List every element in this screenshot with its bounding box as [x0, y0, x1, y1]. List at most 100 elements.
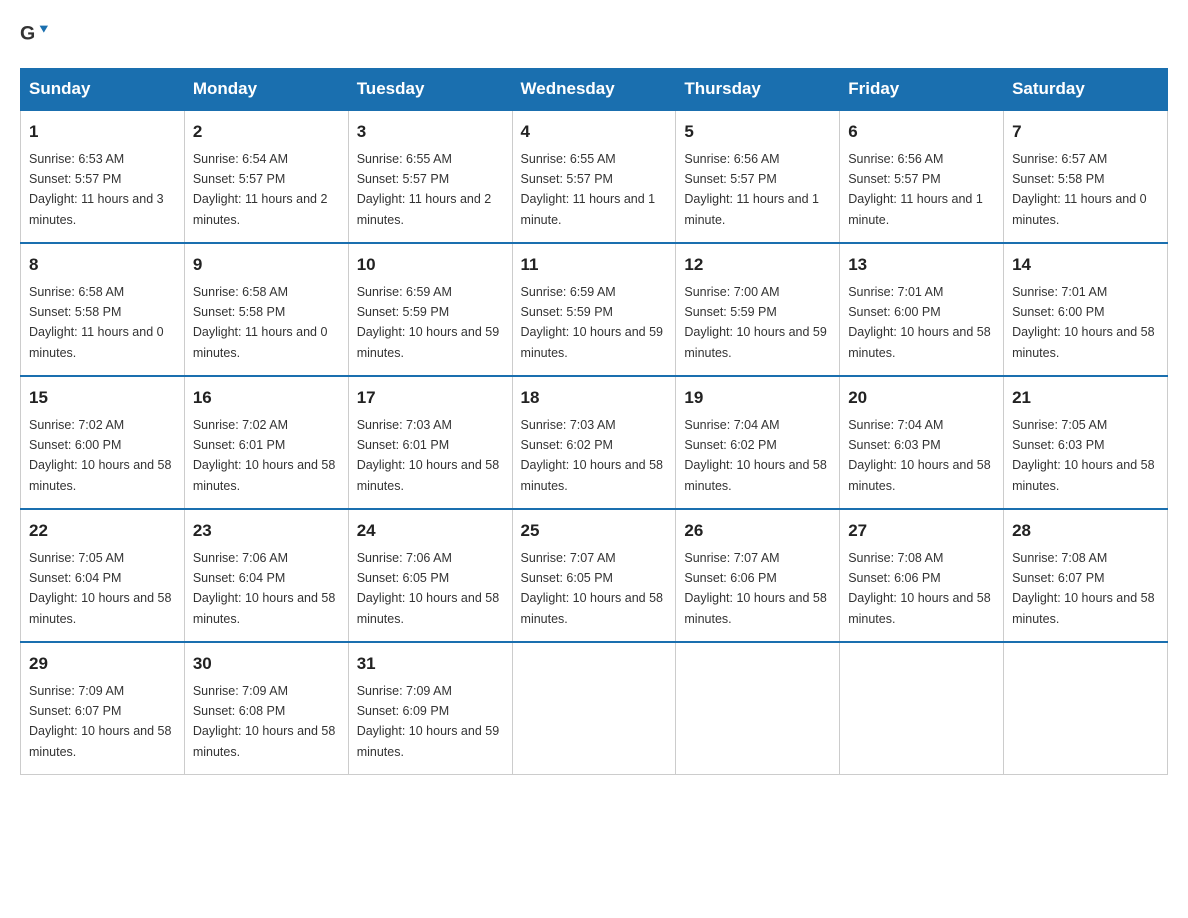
day-number: 15 — [29, 385, 176, 411]
day-number: 19 — [684, 385, 831, 411]
day-info: Sunrise: 7:06 AMSunset: 6:04 PMDaylight:… — [193, 551, 335, 626]
table-cell: 8 Sunrise: 6:58 AMSunset: 5:58 PMDaylight… — [21, 243, 185, 376]
header-saturday: Saturday — [1004, 69, 1168, 111]
table-cell: 23 Sunrise: 7:06 AMSunset: 6:04 PMDayligh… — [184, 509, 348, 642]
header-sunday: Sunday — [21, 69, 185, 111]
day-number: 27 — [848, 518, 995, 544]
table-cell: 15 Sunrise: 7:02 AMSunset: 6:00 PMDayligh… — [21, 376, 185, 509]
table-cell: 5 Sunrise: 6:56 AMSunset: 5:57 PMDaylight… — [676, 110, 840, 243]
table-cell — [512, 642, 676, 775]
day-number: 12 — [684, 252, 831, 278]
logo-icon: G — [20, 20, 48, 48]
day-info: Sunrise: 6:53 AMSunset: 5:57 PMDaylight:… — [29, 152, 164, 227]
day-info: Sunrise: 7:04 AMSunset: 6:03 PMDaylight:… — [848, 418, 990, 493]
table-cell: 10 Sunrise: 6:59 AMSunset: 5:59 PMDayligh… — [348, 243, 512, 376]
page-header: G — [20, 20, 1168, 48]
day-number: 25 — [521, 518, 668, 544]
day-info: Sunrise: 6:56 AMSunset: 5:57 PMDaylight:… — [848, 152, 983, 227]
table-cell: 4 Sunrise: 6:55 AMSunset: 5:57 PMDaylight… — [512, 110, 676, 243]
day-info: Sunrise: 7:09 AMSunset: 6:07 PMDaylight:… — [29, 684, 171, 759]
day-info: Sunrise: 7:07 AMSunset: 6:06 PMDaylight:… — [684, 551, 826, 626]
day-info: Sunrise: 7:08 AMSunset: 6:07 PMDaylight:… — [1012, 551, 1154, 626]
day-info: Sunrise: 7:03 AMSunset: 6:02 PMDaylight:… — [521, 418, 663, 493]
day-number: 3 — [357, 119, 504, 145]
week-row-3: 15 Sunrise: 7:02 AMSunset: 6:00 PMDayligh… — [21, 376, 1168, 509]
table-cell — [1004, 642, 1168, 775]
day-info: Sunrise: 7:06 AMSunset: 6:05 PMDaylight:… — [357, 551, 499, 626]
day-number: 1 — [29, 119, 176, 145]
table-cell: 30 Sunrise: 7:09 AMSunset: 6:08 PMDayligh… — [184, 642, 348, 775]
day-info: Sunrise: 6:55 AMSunset: 5:57 PMDaylight:… — [357, 152, 492, 227]
day-info: Sunrise: 7:05 AMSunset: 6:03 PMDaylight:… — [1012, 418, 1154, 493]
day-number: 11 — [521, 252, 668, 278]
table-cell: 14 Sunrise: 7:01 AMSunset: 6:00 PMDayligh… — [1004, 243, 1168, 376]
logo: G — [20, 20, 54, 48]
day-number: 5 — [684, 119, 831, 145]
table-cell: 31Sunrise: 7:09 AMSunset: 6:09 PMDayligh… — [348, 642, 512, 775]
day-info: Sunrise: 7:03 AMSunset: 6:01 PMDaylight:… — [357, 418, 499, 493]
svg-text:G: G — [20, 23, 35, 45]
day-number: 14 — [1012, 252, 1159, 278]
table-cell: 2 Sunrise: 6:54 AMSunset: 5:57 PMDaylight… — [184, 110, 348, 243]
day-number: 2 — [193, 119, 340, 145]
day-number: 28 — [1012, 518, 1159, 544]
table-cell: 21 Sunrise: 7:05 AMSunset: 6:03 PMDayligh… — [1004, 376, 1168, 509]
day-number: 9 — [193, 252, 340, 278]
table-cell: 29 Sunrise: 7:09 AMSunset: 6:07 PMDayligh… — [21, 642, 185, 775]
day-info: Sunrise: 7:09 AMSunset: 6:09 PMDaylight:… — [357, 684, 499, 759]
header-thursday: Thursday — [676, 69, 840, 111]
table-cell: 6 Sunrise: 6:56 AMSunset: 5:57 PMDaylight… — [840, 110, 1004, 243]
day-info: Sunrise: 7:09 AMSunset: 6:08 PMDaylight:… — [193, 684, 335, 759]
calendar-header-row: SundayMondayTuesdayWednesdayThursdayFrid… — [21, 69, 1168, 111]
day-info: Sunrise: 6:55 AMSunset: 5:57 PMDaylight:… — [521, 152, 656, 227]
header-friday: Friday — [840, 69, 1004, 111]
table-cell: 13Sunrise: 7:01 AMSunset: 6:00 PMDayligh… — [840, 243, 1004, 376]
day-number: 20 — [848, 385, 995, 411]
day-number: 16 — [193, 385, 340, 411]
day-info: Sunrise: 7:00 AMSunset: 5:59 PMDaylight:… — [684, 285, 826, 360]
table-cell: 28 Sunrise: 7:08 AMSunset: 6:07 PMDayligh… — [1004, 509, 1168, 642]
table-cell: 1 Sunrise: 6:53 AMSunset: 5:57 PMDaylight… — [21, 110, 185, 243]
day-info: Sunrise: 7:04 AMSunset: 6:02 PMDaylight:… — [684, 418, 826, 493]
day-number: 7 — [1012, 119, 1159, 145]
table-cell: 7 Sunrise: 6:57 AMSunset: 5:58 PMDaylight… — [1004, 110, 1168, 243]
day-number: 30 — [193, 651, 340, 677]
day-info: Sunrise: 6:58 AMSunset: 5:58 PMDaylight:… — [193, 285, 328, 360]
table-cell: 17 Sunrise: 7:03 AMSunset: 6:01 PMDayligh… — [348, 376, 512, 509]
header-wednesday: Wednesday — [512, 69, 676, 111]
day-number: 6 — [848, 119, 995, 145]
day-number: 24 — [357, 518, 504, 544]
week-row-5: 29 Sunrise: 7:09 AMSunset: 6:07 PMDayligh… — [21, 642, 1168, 775]
table-cell: 24 Sunrise: 7:06 AMSunset: 6:05 PMDayligh… — [348, 509, 512, 642]
table-cell: 12 Sunrise: 7:00 AMSunset: 5:59 PMDayligh… — [676, 243, 840, 376]
day-number: 4 — [521, 119, 668, 145]
week-row-2: 8 Sunrise: 6:58 AMSunset: 5:58 PMDaylight… — [21, 243, 1168, 376]
table-cell: 25 Sunrise: 7:07 AMSunset: 6:05 PMDayligh… — [512, 509, 676, 642]
day-number: 10 — [357, 252, 504, 278]
day-info: Sunrise: 7:02 AMSunset: 6:01 PMDaylight:… — [193, 418, 335, 493]
week-row-4: 22Sunrise: 7:05 AMSunset: 6:04 PMDayligh… — [21, 509, 1168, 642]
table-cell: 19 Sunrise: 7:04 AMSunset: 6:02 PMDayligh… — [676, 376, 840, 509]
day-number: 8 — [29, 252, 176, 278]
day-number: 21 — [1012, 385, 1159, 411]
header-monday: Monday — [184, 69, 348, 111]
table-cell: 3 Sunrise: 6:55 AMSunset: 5:57 PMDaylight… — [348, 110, 512, 243]
day-info: Sunrise: 7:08 AMSunset: 6:06 PMDaylight:… — [848, 551, 990, 626]
table-cell: 18Sunrise: 7:03 AMSunset: 6:02 PMDayligh… — [512, 376, 676, 509]
day-info: Sunrise: 6:56 AMSunset: 5:57 PMDaylight:… — [684, 152, 819, 227]
day-info: Sunrise: 6:58 AMSunset: 5:58 PMDaylight:… — [29, 285, 164, 360]
table-cell — [676, 642, 840, 775]
day-number: 17 — [357, 385, 504, 411]
day-number: 29 — [29, 651, 176, 677]
day-info: Sunrise: 6:57 AMSunset: 5:58 PMDaylight:… — [1012, 152, 1147, 227]
day-info: Sunrise: 6:59 AMSunset: 5:59 PMDaylight:… — [357, 285, 499, 360]
table-cell: 20 Sunrise: 7:04 AMSunset: 6:03 PMDayligh… — [840, 376, 1004, 509]
day-info: Sunrise: 6:54 AMSunset: 5:57 PMDaylight:… — [193, 152, 328, 227]
day-info: Sunrise: 7:01 AMSunset: 6:00 PMDaylight:… — [1012, 285, 1154, 360]
day-number: 13 — [848, 252, 995, 278]
table-cell — [840, 642, 1004, 775]
week-row-1: 1 Sunrise: 6:53 AMSunset: 5:57 PMDaylight… — [21, 110, 1168, 243]
day-number: 23 — [193, 518, 340, 544]
day-info: Sunrise: 7:02 AMSunset: 6:00 PMDaylight:… — [29, 418, 171, 493]
day-info: Sunrise: 7:07 AMSunset: 6:05 PMDaylight:… — [521, 551, 663, 626]
